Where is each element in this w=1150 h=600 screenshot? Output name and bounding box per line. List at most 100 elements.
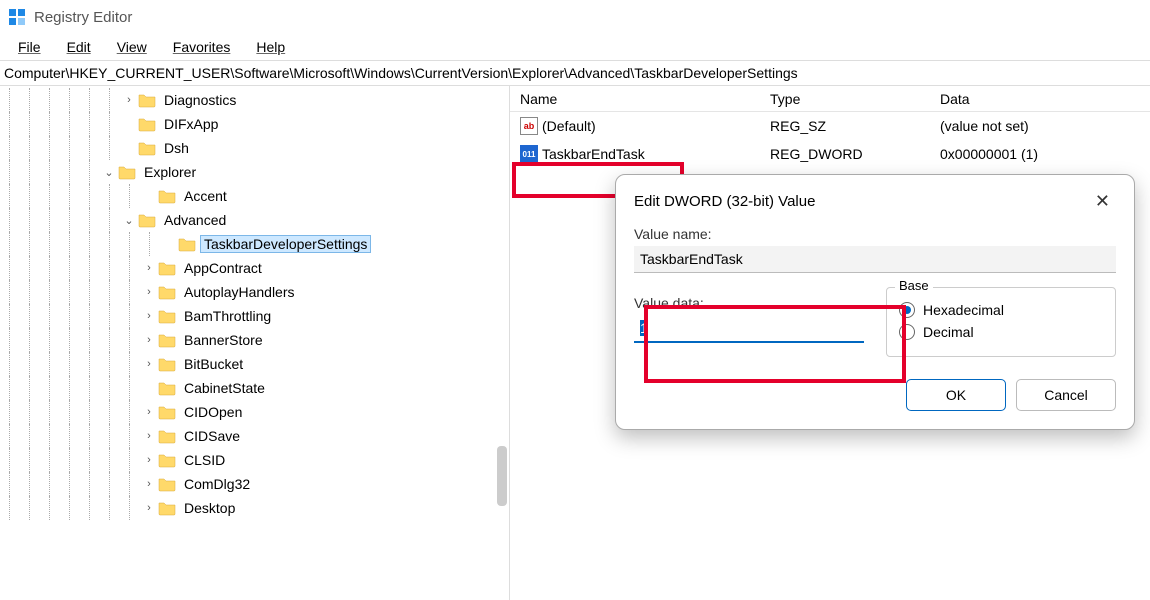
menu-help[interactable]: Help (244, 37, 297, 57)
tree-item-label: ComDlg32 (180, 475, 254, 493)
folder-icon (138, 116, 156, 132)
radio-decimal[interactable]: Decimal (899, 324, 1103, 340)
menu-favorites[interactable]: Favorites (161, 37, 243, 57)
value-data-field[interactable] (634, 315, 864, 343)
chevron-right-icon[interactable]: › (140, 286, 158, 298)
dialog-title: Edit DWORD (32-bit) Value (634, 193, 815, 210)
folder-icon (158, 332, 176, 348)
value-name-field (634, 246, 1116, 273)
tree-item[interactable]: ⌄ Explorer (0, 160, 509, 184)
tree-item-label: Explorer (140, 163, 200, 181)
chevron-right-icon[interactable]: › (140, 358, 158, 370)
list-row[interactable]: 011TaskbarEndTask REG_DWORD0x00000001 (1) (510, 140, 1150, 168)
list-row[interactable]: ab(Default) REG_SZ(value not set) (510, 112, 1150, 140)
value-type: REG_SZ (770, 118, 940, 134)
tree-item[interactable]: DIFxApp (0, 112, 509, 136)
tree-item-label: Dsh (160, 139, 193, 157)
tree-item[interactable]: › Diagnostics (0, 88, 509, 112)
ok-button[interactable]: OK (906, 379, 1006, 411)
folder-icon (158, 404, 176, 420)
chevron-right-icon[interactable]: › (140, 430, 158, 442)
menu-file[interactable]: File (6, 37, 53, 57)
address-bar[interactable]: Computer\HKEY_CURRENT_USER\Software\Micr… (0, 60, 1150, 86)
menubar: File Edit View Favorites Help (0, 34, 1150, 60)
tree-item[interactable]: ›CLSID (0, 448, 509, 472)
tree-item-label: Diagnostics (160, 91, 240, 109)
menu-edit[interactable]: Edit (55, 37, 103, 57)
edit-dword-dialog: Edit DWORD (32-bit) Value ✕ Value name: … (615, 174, 1135, 430)
col-header-name[interactable]: Name (510, 91, 770, 107)
tree-item-label: CIDSave (180, 427, 244, 445)
tree-item[interactable]: Accent (0, 184, 509, 208)
tree-item[interactable]: CabinetState (0, 376, 509, 400)
tree-item[interactable]: › BitBucket (0, 352, 509, 376)
value-data: 0x00000001 (1) (940, 146, 1150, 162)
string-value-icon: ab (520, 117, 538, 135)
cancel-button[interactable]: Cancel (1016, 379, 1116, 411)
radio-hexadecimal[interactable]: Hexadecimal (899, 302, 1103, 318)
chevron-right-icon[interactable]: › (140, 502, 158, 514)
tree-item-label: DIFxApp (160, 115, 222, 133)
folder-icon (158, 452, 176, 468)
folder-icon (158, 308, 176, 324)
tree-item[interactable]: › CIDOpen (0, 400, 509, 424)
tree-item[interactable]: › AutoplayHandlers (0, 280, 509, 304)
folder-icon (178, 236, 196, 252)
chevron-right-icon[interactable]: › (140, 478, 158, 490)
col-header-type[interactable]: Type (770, 91, 940, 107)
tree-item-label: AutoplayHandlers (180, 283, 299, 301)
chevron-down-icon[interactable]: ⌄ (100, 166, 118, 179)
folder-icon (158, 500, 176, 516)
folder-icon (158, 356, 176, 372)
tree-item[interactable]: › BannerStore (0, 328, 509, 352)
value-data: (value not set) (940, 118, 1150, 134)
address-path: Computer\HKEY_CURRENT_USER\Software\Micr… (4, 65, 798, 81)
value-name: TaskbarEndTask (542, 146, 645, 162)
tree-item[interactable]: › BamThrottling (0, 304, 509, 328)
scrollbar-thumb[interactable] (497, 446, 507, 506)
tree-item[interactable]: › CIDSave (0, 424, 509, 448)
folder-icon (138, 140, 156, 156)
base-legend: Base (895, 278, 933, 293)
value-name-label: Value name: (634, 226, 1116, 242)
tree-item[interactable]: TaskbarDeveloperSettings (0, 232, 509, 256)
folder-icon (158, 188, 176, 204)
close-icon[interactable]: ✕ (1089, 189, 1116, 214)
list-pane: Name Type Data ab(Default) REG_SZ(value n… (510, 86, 1150, 600)
tree-item[interactable]: › AppContract (0, 256, 509, 280)
value-type: REG_DWORD (770, 146, 940, 162)
chevron-right-icon[interactable]: › (140, 406, 158, 418)
tree-item-label: Advanced (160, 211, 230, 229)
tree-item-label: BitBucket (180, 355, 247, 373)
tree-item[interactable]: ›Desktop (0, 496, 509, 520)
folder-icon (138, 212, 156, 228)
chevron-right-icon[interactable]: › (120, 94, 138, 106)
radio-icon (899, 324, 915, 340)
tree-pane: › Diagnostics DIFxApp Dsh ⌄ Explorer Accent ⌄ Ad… (0, 86, 510, 600)
tree-item-label: BannerStore (180, 331, 267, 349)
chevron-right-icon[interactable]: › (140, 334, 158, 346)
tree-item-label: CabinetState (180, 379, 269, 397)
value-name: (Default) (542, 118, 596, 134)
app-title: Registry Editor (34, 9, 132, 26)
col-header-data[interactable]: Data (940, 91, 1150, 107)
folder-icon (138, 92, 156, 108)
chevron-down-icon[interactable]: ⌄ (120, 214, 138, 227)
folder-icon (158, 260, 176, 276)
app-icon (8, 8, 26, 26)
chevron-right-icon[interactable]: › (140, 454, 158, 466)
base-fieldset: Base Hexadecimal Decimal (886, 287, 1116, 357)
tree-item[interactable]: Dsh (0, 136, 509, 160)
chevron-right-icon[interactable]: › (140, 310, 158, 322)
chevron-right-icon[interactable]: › (140, 262, 158, 274)
tree-item[interactable]: › ComDlg32 (0, 472, 509, 496)
folder-icon (158, 284, 176, 300)
tree-item-label: AppContract (180, 259, 266, 277)
menu-view[interactable]: View (105, 37, 159, 57)
dword-value-icon: 011 (520, 145, 538, 163)
tree-item[interactable]: ⌄ Advanced (0, 208, 509, 232)
tree-item-label: TaskbarDeveloperSettings (200, 235, 371, 253)
tree-item-label: CIDOpen (180, 403, 246, 421)
radio-icon (899, 302, 915, 318)
tree-item-label: BamThrottling (180, 307, 275, 325)
